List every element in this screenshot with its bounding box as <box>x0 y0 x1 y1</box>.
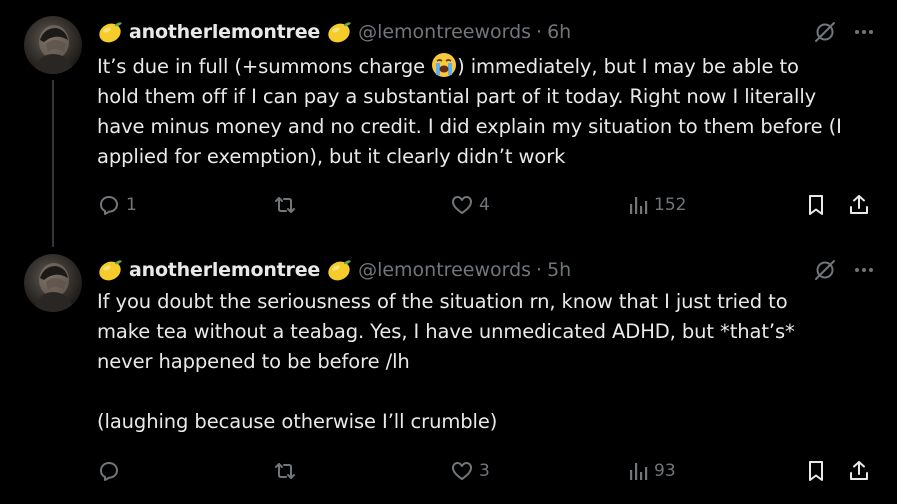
thread-line <box>52 80 54 247</box>
reply-button[interactable] <box>97 457 126 485</box>
tweet-text: It’s due in full (+summons charge ) imme… <box>97 52 877 172</box>
tweet-actions: 3 93 <box>97 457 877 485</box>
views-button[interactable]: 93 <box>627 457 676 485</box>
views-button[interactable]: 152 <box>627 191 686 219</box>
like-button[interactable]: 4 <box>450 191 490 219</box>
lemon-emoji-icon <box>326 257 352 283</box>
repost-button[interactable] <box>273 191 302 219</box>
tweet-header: anotherlemontree @lemontreewords · 5h <box>97 256 571 284</box>
like-count: 3 <box>479 461 490 481</box>
reply-icon <box>97 193 121 217</box>
view-count: 152 <box>654 195 687 215</box>
user-handle[interactable]: @lemontreewords <box>358 259 531 281</box>
tweet-text-part1: It’s due in full (+summons charge <box>97 55 432 78</box>
views-icon <box>627 460 649 482</box>
more-icon[interactable] <box>853 259 875 281</box>
grok-icon[interactable] <box>813 20 837 44</box>
share-icon <box>847 459 871 483</box>
grok-icon[interactable] <box>813 258 837 282</box>
bookmark-button[interactable] <box>804 191 828 219</box>
views-icon <box>627 194 649 216</box>
display-name[interactable]: anotherlemontree <box>129 21 320 43</box>
heart-icon <box>450 459 474 483</box>
share-button[interactable] <box>847 191 871 219</box>
reply-count: 1 <box>126 195 137 215</box>
lemon-emoji-icon <box>326 19 352 45</box>
user-handle[interactable]: @lemontreewords <box>358 21 531 43</box>
tweet-top-actions <box>813 256 875 284</box>
lemon-emoji-icon <box>97 257 123 283</box>
share-button[interactable] <box>847 457 871 485</box>
loudly-crying-face-icon <box>431 52 457 78</box>
avatar[interactable] <box>24 254 82 312</box>
like-button[interactable]: 3 <box>450 457 490 485</box>
timestamp[interactable]: 5h <box>547 259 571 281</box>
reply-icon <box>97 459 121 483</box>
tweet-actions: 1 4 152 <box>97 191 877 219</box>
separator-dot: · <box>536 259 543 281</box>
repost-icon <box>273 193 297 217</box>
view-count: 93 <box>654 461 676 481</box>
avatar[interactable] <box>24 16 82 74</box>
timestamp[interactable]: 6h <box>547 21 571 43</box>
separator-dot: · <box>536 21 543 43</box>
share-icon <box>847 193 871 217</box>
reply-button[interactable]: 1 <box>97 191 137 219</box>
bookmark-button[interactable] <box>804 457 828 485</box>
lemon-emoji-icon <box>97 19 123 45</box>
repost-button[interactable] <box>273 457 302 485</box>
tweet[interactable]: anotherlemontree @lemontreewords · 6h It… <box>0 0 897 247</box>
tweet-text: If you doubt the seriousness of the situ… <box>97 290 795 433</box>
bookmark-icon <box>804 193 828 217</box>
tweet-top-actions <box>813 18 875 46</box>
more-icon[interactable] <box>853 21 875 43</box>
repost-icon <box>273 459 297 483</box>
tweet-header: anotherlemontree @lemontreewords · 6h <box>97 18 571 46</box>
heart-icon <box>450 193 474 217</box>
display-name[interactable]: anotherlemontree <box>129 259 320 281</box>
tweet[interactable]: anotherlemontree @lemontreewords · 5h If… <box>0 240 897 504</box>
like-count: 4 <box>479 195 490 215</box>
bookmark-icon <box>804 459 828 483</box>
